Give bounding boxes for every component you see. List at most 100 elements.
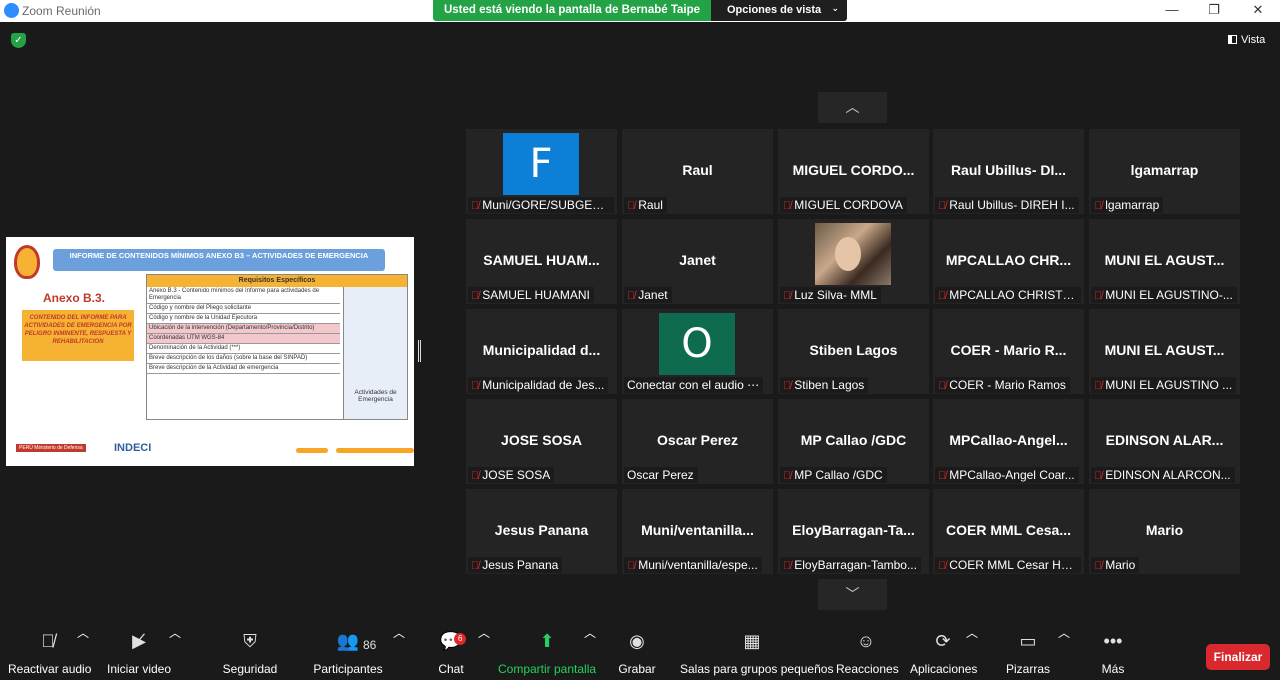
participant-tile[interactable]: MIGUEL CORDO... 🎙̸ MIGUEL CORDOVA	[778, 129, 929, 214]
participant-label-text: MIGUEL CORDOVA	[794, 198, 903, 212]
participant-label: 🎙̸ Stiben Lagos	[780, 377, 869, 393]
participant-tile[interactable]: O Conectar con el audio ⋯	[622, 309, 773, 394]
participant-label: 🎙̸ MUNI EL AGUSTINO-...	[1091, 287, 1237, 303]
participant-tile[interactable]: MUNI EL AGUST... 🎙̸ MUNI EL AGUSTINO ...	[1089, 309, 1240, 394]
participant-label: 🎙̸ COER MML Cesar Hu...	[935, 557, 1081, 573]
participant-label-text: Conectar con el audio ⋯	[627, 378, 760, 392]
participant-tile[interactable]: EloyBarragan-Ta... 🎙̸ EloyBarragan-Tambo..…	[778, 489, 929, 574]
end-meeting-button[interactable]: Finalizar	[1206, 644, 1270, 670]
mic-muted-icon: 🎙̸	[627, 560, 636, 572]
mic-muted-icon: 🎙̸	[1094, 470, 1103, 482]
participant-tile[interactable]: MUNI EL AGUST... 🎙̸ MUNI EL AGUSTINO-...	[1089, 219, 1240, 304]
video-options-caret-icon[interactable]: ︿	[169, 624, 181, 680]
whiteboard-icon: ▭	[1019, 631, 1037, 651]
participant-label: 🎙̸ EloyBarragan-Tambo...	[780, 557, 921, 573]
apps-caret-icon[interactable]: ︿	[966, 624, 978, 680]
gallery-prev-button[interactable]: ︿	[818, 92, 887, 123]
participant-label-text: Luz Silva- MML	[794, 288, 877, 302]
banner-message: Usted está viendo la pantalla de Bernabé…	[443, 4, 701, 16]
breakout-rooms-button[interactable]: ▦ Salas para grupos pequeños	[680, 624, 834, 680]
chat-caret-icon[interactable]: ︿	[478, 624, 490, 680]
whiteboards-button[interactable]: ▭ Pizarras	[1004, 624, 1052, 680]
participant-label: 🎙̸ Muni/GORE/SUBGER...	[468, 197, 614, 213]
participant-tile[interactable]: Jesus Panana 🎙̸ Jesus Panana	[466, 489, 617, 574]
participant-label-text: Raul Ubillus- DIREH I...	[949, 198, 1075, 212]
participant-label: Conectar con el audio ⋯	[624, 377, 764, 393]
participant-tile[interactable]: SAMUEL HUAM... 🎙̸ SAMUEL HUAMANI	[466, 219, 617, 304]
mic-muted-icon: 🎙̸	[938, 290, 947, 302]
audio-options-caret-icon[interactable]: ︿	[77, 624, 89, 680]
participant-name: Oscar Perez	[657, 432, 738, 448]
participant-tile[interactable]: 🎙̸ Luz Silva- MML	[778, 219, 929, 304]
peru-logo: PERÚ Ministerio de Defensa	[16, 444, 86, 452]
ministry-emblem-icon	[14, 245, 40, 279]
mic-muted-icon: 🎙̸	[938, 200, 947, 212]
whiteboards-caret-icon[interactable]: ︿	[1058, 624, 1070, 680]
participant-name: MPCallao-Angel...	[949, 432, 1068, 448]
slide-decor-bar	[296, 448, 328, 453]
participant-label: 🎙̸ Muni/ventanilla/espe...	[624, 557, 762, 573]
start-video-button[interactable]: ▶̸ Iniciar video	[104, 624, 174, 680]
minimize-button[interactable]: —	[1162, 2, 1182, 17]
encryption-shield-icon[interactable]: ✓	[11, 33, 26, 48]
participant-tile[interactable]: Raul 🎙̸ Raul	[622, 129, 773, 214]
participant-tile[interactable]: MP Callao /GDC 🎙̸ MP Callao /GDC	[778, 399, 929, 484]
shield-icon: ⛨	[243, 631, 257, 651]
mic-muted-icon: 🎙̸	[471, 290, 480, 302]
participant-label-text: SAMUEL HUAMANI	[482, 288, 590, 302]
record-button[interactable]: ◉ Grabar	[616, 624, 658, 680]
participant-tile[interactable]: Janet 🎙̸ Janet	[622, 219, 773, 304]
unmute-audio-button[interactable]: 🎙̸ Reactivar audio	[8, 624, 91, 680]
participant-name: MUNI EL AGUST...	[1104, 252, 1225, 268]
close-button[interactable]: ✕	[1248, 2, 1268, 18]
security-button[interactable]: ⛨ Seguridad	[220, 624, 280, 680]
participant-tile[interactable]: Mario 🎙̸ Mario	[1089, 489, 1240, 574]
chat-button[interactable]: 💬 Chat	[432, 624, 470, 680]
participant-tile[interactable]: lgamarrap 🎙̸ lgamarrap	[1089, 129, 1240, 214]
participant-tile[interactable]: Stiben Lagos 🎙̸ Stiben Lagos	[778, 309, 929, 394]
participant-label-text: COER MML Cesar Hu...	[949, 558, 1078, 572]
participant-tile[interactable]: Raul Ubillus- DI... 🎙̸ Raul Ubillus- DIREH…	[933, 129, 1084, 214]
participant-video	[815, 223, 891, 285]
participant-tile[interactable]: COER - Mario R... 🎙̸ COER - Mario Ramos	[933, 309, 1084, 394]
participant-label: 🎙̸ MIGUEL CORDOVA	[780, 197, 907, 213]
restore-button[interactable]: ❐	[1204, 2, 1224, 18]
slide-table-row: Código y nombre de la Unidad Ejecutora	[147, 314, 340, 324]
mic-muted-icon: 🎙̸	[1094, 200, 1103, 212]
participant-tile[interactable]: Municipalidad d... 🎙̸ Municipalidad de Jes…	[466, 309, 617, 394]
more-button[interactable]: ••• Más	[1096, 624, 1130, 680]
gallery-next-button[interactable]: ﹀	[818, 579, 887, 610]
participant-tile[interactable]: MPCallao-Angel... 🎙̸ MPCallao-Angel Coar..…	[933, 399, 1084, 484]
participant-tile[interactable]: F 🎙̸ Muni/GORE/SUBGER...	[466, 129, 617, 214]
participants-button[interactable]: 👥 Participantes	[312, 624, 384, 680]
participant-tile[interactable]: Oscar Perez Oscar Perez	[622, 399, 773, 484]
share-up-arrow-icon: ⬆	[539, 631, 555, 651]
view-options-button[interactable]: Opciones de vista ⌄	[711, 0, 847, 21]
split-divider-handle[interactable]	[418, 340, 421, 362]
participant-face	[835, 237, 861, 271]
participant-tile[interactable]: JOSE SOSA 🎙̸ JOSE SOSA	[466, 399, 617, 484]
share-caret-icon[interactable]: ︿	[584, 624, 596, 680]
participant-label-text: EloyBarragan-Tambo...	[794, 558, 917, 572]
participant-label-text: Janet	[638, 288, 668, 302]
slide-table-row: Coordenadas UTM WGS-84	[147, 334, 340, 344]
participant-label-text: lgamarrap	[1105, 198, 1160, 212]
participant-tile[interactable]: EDINSON ALAR... 🎙̸ EDINSON ALARCON...	[1089, 399, 1240, 484]
participant-tile[interactable]: MPCALLAO CHR... 🎙̸ MPCALLAO CHRISTIA...	[933, 219, 1084, 304]
view-button[interactable]: Vista	[1228, 34, 1265, 46]
chevron-down-icon: ⌄	[831, 3, 839, 13]
participants-caret-icon[interactable]: ︿	[393, 624, 405, 680]
mic-muted-icon: 🎙̸	[938, 560, 947, 572]
chevron-down-icon: ﹀	[845, 586, 860, 602]
slide-table-row: Anexo B.3 - Contenido mínimos del Inform…	[147, 287, 340, 304]
share-screen-button[interactable]: ⬆ Compartir pantalla	[498, 624, 596, 680]
mic-muted-icon: 🎙̸	[471, 470, 480, 482]
participant-tile[interactable]: COER MML Cesa... 🎙̸ COER MML Cesar Hu...	[933, 489, 1084, 574]
participant-label: 🎙̸ JOSE SOSA	[468, 467, 555, 483]
share-screen-label: Compartir pantalla	[498, 662, 597, 676]
participant-name: MP Callao /GDC	[800, 432, 907, 448]
participant-tile[interactable]: Muni/ventanilla... 🎙̸ Muni/ventanilla/espe…	[622, 489, 773, 574]
reactions-button[interactable]: ☺ Reacciones	[836, 624, 899, 680]
mic-muted-icon: 🎙̸	[41, 631, 55, 651]
breakout-rooms-label: Salas para grupos pequeños	[680, 662, 834, 676]
